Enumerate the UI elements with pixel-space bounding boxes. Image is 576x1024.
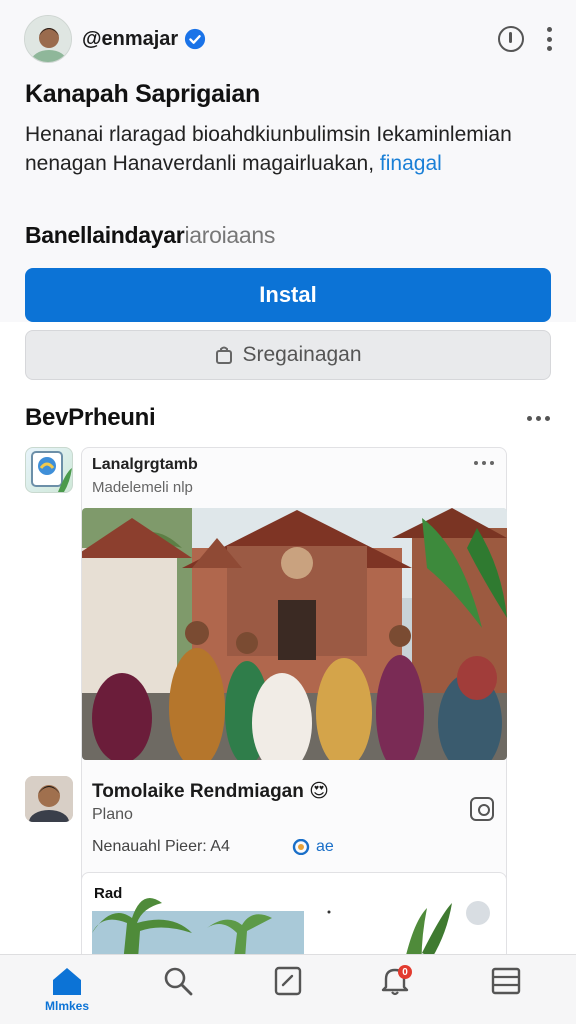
secondary-button[interactable]: Sregainagan: [25, 330, 551, 380]
card-app-icon[interactable]: [25, 447, 73, 493]
card-title: Lanalgrgtamb: [92, 456, 198, 473]
commenter-name-text: Tomolaike Rendmiagan: [92, 781, 304, 802]
app-subtitle-light: iaroiaans: [184, 222, 276, 248]
bottom-navigation: Mlmkes 0: [0, 954, 576, 1024]
post-photo[interactable]: [82, 508, 507, 760]
menu-icon: [491, 967, 521, 995]
search-icon: [164, 967, 193, 996]
comment-meta: Nenauahl Pieer: A4: [92, 838, 230, 855]
info-icon[interactable]: [498, 26, 524, 52]
install-button[interactable]: Instal: [25, 268, 551, 322]
app-title: Kanapah Saprigaian: [25, 80, 260, 108]
top-bar: @enmajar: [24, 14, 552, 64]
section-title: BevPrheuni: [25, 404, 156, 431]
home-icon: [53, 968, 81, 995]
section-more-icon[interactable]: [527, 416, 550, 421]
nav-search[interactable]: [153, 965, 203, 1021]
developer-avatar[interactable]: [24, 15, 72, 63]
developer-handle[interactable]: @enmajar: [82, 28, 178, 51]
nav-menu[interactable]: [481, 965, 531, 1021]
more-options-icon[interactable]: [546, 27, 552, 51]
comment-emoji: 😍: [309, 781, 329, 802]
secondary-button-label: Sregainagan: [242, 343, 362, 366]
app-subtitle-bold: Banellaindayar: [25, 222, 185, 248]
notification-badge: 0: [398, 965, 412, 979]
card-more-icon[interactable]: [474, 461, 494, 465]
commenter-name: Tomolaike Rendmiagan 😍: [92, 780, 329, 803]
nav-home[interactable]: Mlmkes: [42, 965, 92, 1021]
verified-badge-icon: [185, 28, 206, 50]
bag-icon: [216, 346, 233, 364]
comment-tag-label: ae: [316, 838, 334, 855]
card-subtitle: Madelemeli nlp: [92, 479, 193, 496]
edit-icon: [274, 966, 302, 996]
commenter-avatar[interactable]: [25, 776, 73, 822]
nav-notifications[interactable]: 0: [370, 965, 420, 1021]
comment-plan: Plano: [92, 806, 133, 823]
comment-tag[interactable]: ae: [292, 838, 334, 856]
tag-icon: [292, 839, 310, 855]
nav-edit[interactable]: [263, 965, 313, 1021]
nav-home-label: Mlmkes: [44, 999, 90, 1013]
description-link[interactable]: finagal: [380, 152, 442, 175]
app-description: Henanai rlaragad bioahdkiunbulimsin Ieka…: [25, 120, 555, 178]
app-subtitle: Banellaindayariaroiaans: [25, 222, 275, 249]
camera-icon[interactable]: [470, 797, 494, 821]
